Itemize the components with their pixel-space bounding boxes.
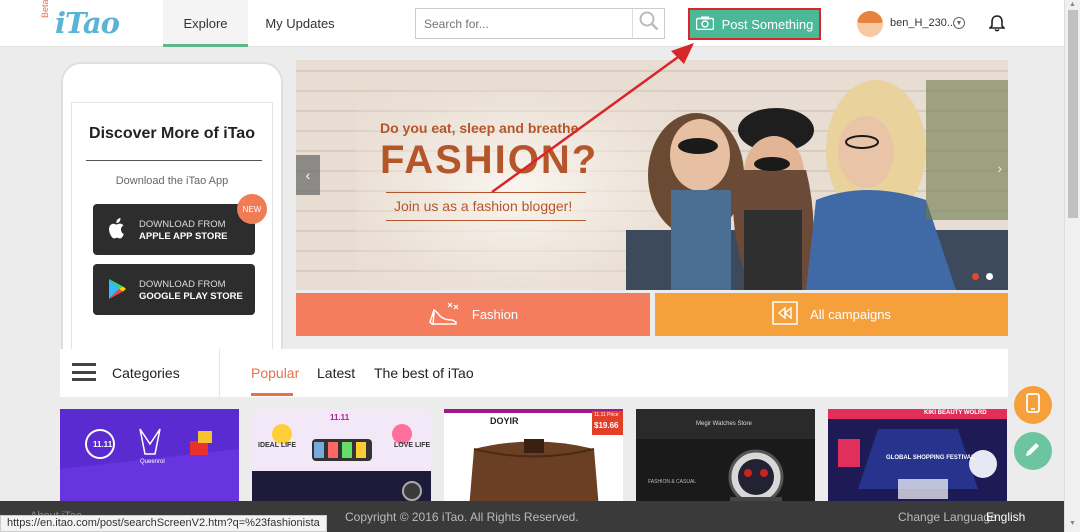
banner-rule-bottom (386, 220, 586, 221)
banner-dot-2[interactable] (986, 273, 993, 280)
post-something-button[interactable]: Post Something (688, 8, 821, 40)
product-caption-secondary: LOVE LIFE (394, 442, 431, 449)
banner-tagline: Do you eat, sleep and breathe (380, 120, 579, 136)
tab-best-of-itao[interactable]: The best of iTao (374, 365, 474, 381)
logo-beta-label: Beta (40, 0, 50, 18)
bell-icon[interactable] (988, 15, 1006, 37)
apple-line1: DOWNLOAD FROM (139, 219, 226, 230)
product-caption: Queenrol (140, 459, 165, 465)
copyright-text: Copyright © 2016 iTao. All Rights Reserv… (345, 510, 579, 524)
tab-popular[interactable]: Popular (251, 365, 299, 381)
discover-title: Discover More of iTao (89, 125, 255, 142)
product-price-label: 11.11 Price (594, 412, 619, 418)
write-post-button[interactable] (1014, 432, 1052, 470)
all-campaigns-label: All campaigns (810, 307, 891, 322)
download-subtitle: Download the iTao App (115, 175, 229, 187)
categories-label[interactable]: Categories (112, 365, 180, 381)
rewind-icon (772, 301, 798, 328)
chevron-right-icon: › (997, 160, 1002, 176)
google-line1: DOWNLOAD FROM (139, 279, 226, 290)
product-card[interactable]: DOYIR 11.11 Price $19.66 (444, 409, 623, 509)
scroll-down-icon[interactable]: ▼ (1069, 520, 1076, 527)
category-divider (219, 349, 220, 397)
avatar[interactable] (857, 11, 883, 37)
scroll-up-icon[interactable]: ▲ (1069, 1, 1076, 8)
apple-icon (107, 217, 127, 246)
google-play-icon (107, 277, 127, 306)
username[interactable]: ben_H_230... (890, 17, 956, 29)
chevron-down-icon[interactable]: ▼ (953, 17, 965, 29)
phone-screen: Discover More of iTao Download the iTao … (71, 102, 273, 362)
product-caption: GLOBAL SHOPPING FESTIVAL (886, 455, 975, 461)
product-caption: IDEAL LIFE (258, 442, 296, 449)
search-icon (639, 11, 659, 36)
product-card[interactable]: 11.11 IDEAL LIFE LOVE LIFE (252, 409, 431, 509)
product-badge: Megir Watches Store (696, 421, 752, 427)
product-image (252, 409, 431, 509)
logo-text: iTao (55, 6, 120, 40)
tab-latest[interactable]: Latest (317, 365, 355, 381)
product-badge: 11.11 (93, 440, 113, 449)
itao-logo[interactable]: Beta iTao (40, 0, 130, 42)
page-scrollbar[interactable]: ▲ ▼ (1064, 0, 1080, 532)
product-caption: FASHION & CASUAL (648, 479, 697, 485)
banner-next-button[interactable]: › (997, 160, 1002, 176)
change-language-label: Change Language (898, 510, 997, 524)
high-heel-icon (428, 300, 460, 329)
divider (86, 160, 262, 161)
search-input[interactable] (416, 9, 631, 38)
smartphone-icon (1026, 392, 1040, 418)
tab-my-updates[interactable]: My Updates (258, 0, 342, 47)
apple-app-store-button[interactable]: DOWNLOAD FROM APPLE APP STORE (93, 204, 255, 255)
chevron-left-icon: ‹ (305, 167, 311, 183)
product-badge: KIKI BEAUTY WOLRD (924, 410, 987, 416)
active-tab-underline (251, 393, 293, 396)
status-bar-url: https://en.itao.com/post/searchScreenV2.… (0, 515, 327, 532)
scrollbar-thumb[interactable] (1068, 10, 1078, 218)
fashion-banner[interactable]: Do you eat, sleep and breathe FASHION? J… (296, 60, 1008, 290)
product-badge: 11.11 (330, 413, 350, 422)
product-card[interactable]: KIKI BEAUTY WOLRD GLOBAL SHOPPING FESTIV… (828, 409, 1007, 509)
banner-dot-1[interactable] (972, 273, 979, 280)
new-badge: NEW (237, 194, 267, 224)
banner-prev-button[interactable]: ‹ (296, 155, 320, 195)
pencil-icon (1024, 440, 1042, 463)
mobile-app-button[interactable] (1014, 386, 1052, 424)
product-card[interactable]: 11.11 Queenrol (60, 409, 239, 509)
app-download-card: Discover More of iTao Download the iTao … (61, 62, 283, 362)
top-header: Beta iTao Explore My Updates Post Someth… (0, 0, 1064, 47)
product-card[interactable]: Megir Watches Store FASHION & CASUAL (636, 409, 815, 509)
product-badge: DOYIR (490, 416, 519, 426)
banner-rule-top (386, 192, 586, 193)
banner-photo (626, 80, 1008, 290)
post-something-label: Post Something (721, 16, 814, 32)
category-bar: Categories Popular Latest The best of iT… (60, 349, 1008, 397)
google-play-store-button[interactable]: DOWNLOAD FROM GOOGLE PLAY STORE (93, 264, 255, 315)
banner-cta[interactable]: Join us as a fashion blogger! (394, 198, 572, 214)
product-price: $19.66 (594, 421, 619, 430)
tab-explore[interactable]: Explore (163, 0, 248, 47)
fashion-campaign-label: Fashion (471, 307, 519, 322)
language-selector[interactable]: English (986, 510, 1025, 524)
google-line2: GOOGLE PLAY STORE (139, 291, 243, 302)
apple-line2: APPLE APP STORE (139, 231, 228, 242)
banner-headline: FASHION? (380, 138, 599, 182)
menu-icon[interactable] (72, 363, 96, 381)
fashion-campaign-button[interactable]: Fashion (296, 293, 650, 336)
all-campaigns-button[interactable]: All campaigns (655, 293, 1008, 336)
search-button[interactable] (632, 9, 664, 38)
search-box (415, 8, 665, 39)
camera-icon (695, 16, 714, 33)
